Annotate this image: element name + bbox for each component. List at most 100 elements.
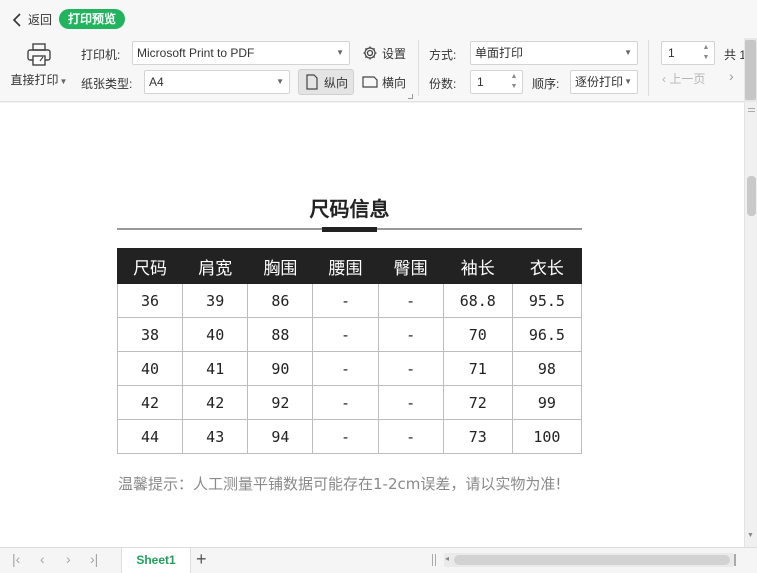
dropdown-caret-icon[interactable]: ▼ <box>60 77 68 86</box>
table-cell: 71 <box>442 351 513 386</box>
gear-icon <box>363 46 377 60</box>
table-header-cell: 腰围 <box>312 248 379 284</box>
printer-icon <box>27 43 51 66</box>
scroll-down-icon[interactable]: ▼ <box>747 532 754 539</box>
next-sheet-icon[interactable]: › <box>66 551 71 567</box>
previous-page-button[interactable]: ‹ 上一页 <box>662 70 705 87</box>
table-cell: 40 <box>182 317 249 352</box>
table-row: 40 41 90 - - 71 98 <box>116 351 583 386</box>
back-label: 返回 <box>28 13 53 27</box>
last-sheet-icon[interactable]: ›| <box>90 551 98 567</box>
vertical-scrollbar[interactable]: ▼ <box>744 102 757 547</box>
split-handle[interactable] <box>432 554 436 566</box>
prev-sheet-icon[interactable]: ‹ <box>40 551 45 567</box>
printer-label: 打印机: <box>81 48 121 62</box>
table-header-cell: 尺码 <box>116 248 184 284</box>
portrait-button[interactable]: 纵向 <box>298 69 355 95</box>
printer-select[interactable]: Microsoft Print to PDF ▼ <box>132 41 350 65</box>
method-label: 方式: <box>429 48 457 62</box>
scrollbar-thumb[interactable] <box>454 555 730 565</box>
table-cell: 90 <box>247 351 314 386</box>
table-row: 38 40 88 - - 70 96.5 <box>116 317 583 352</box>
table-cell: - <box>312 317 379 352</box>
table-cell: - <box>377 385 444 420</box>
size-chart-table: 尺码 肩宽 胸围 腰围 臀围 袖长 衣长 36 39 86 - - 68.8 9… <box>116 248 583 454</box>
page-number-value: 1 <box>668 46 675 60</box>
first-sheet-icon[interactable]: |‹ <box>12 551 20 567</box>
landscape-label: 横向 <box>382 75 407 90</box>
add-sheet-icon[interactable]: + <box>196 549 207 570</box>
chevron-down-icon: ▼ <box>336 48 344 57</box>
stepper-arrows-icon[interactable]: ▲ ▼ <box>701 43 711 63</box>
measurement-tip: 温馨提示：人工测量平铺数据可能存在1-2cm误差，请以实物为准! <box>118 475 562 493</box>
table-cell: 98 <box>511 351 583 386</box>
back-button[interactable]: 返回 <box>12 11 52 28</box>
chevron-left-icon <box>12 12 21 27</box>
portrait-label: 纵向 <box>324 75 349 90</box>
page-number-stepper[interactable]: 1 ▲ ▼ <box>661 41 715 65</box>
table-cell: 72 <box>442 385 513 420</box>
table-header-cell: 衣长 <box>511 248 583 284</box>
table-cell: 94 <box>247 419 314 454</box>
resize-handle[interactable] <box>734 554 736 566</box>
table-cell: 44 <box>116 419 184 454</box>
table-row: 44 43 94 - - 73 100 <box>116 419 583 454</box>
settings-button[interactable]: 设置 <box>357 40 411 66</box>
copies-stepper[interactable]: 1 ▲ ▼ <box>470 70 523 94</box>
chevron-down-icon: ▼ <box>624 77 632 86</box>
table-cell: - <box>377 317 444 352</box>
table-cell: 42 <box>116 385 184 420</box>
table-header-cell: 臀围 <box>377 248 444 284</box>
print-preview-toolbar: 返回 打印预览 直接打印▼ 打印机: Microsoft Print to PD… <box>0 0 757 102</box>
print-order-select[interactable]: 逐份打印 ▼ <box>570 70 638 94</box>
group-expand-icon[interactable] <box>408 94 413 99</box>
sheet-tab-sheet1[interactable]: Sheet1 <box>121 548 191 573</box>
table-cell: - <box>312 283 379 318</box>
horizontal-scrollbar[interactable]: ◂ <box>444 553 734 567</box>
total-pages-label: 共 1 <box>724 48 747 62</box>
landscape-button[interactable]: 横向 <box>357 69 411 95</box>
order-label: 顺序: <box>532 77 560 91</box>
table-cell: 43 <box>182 419 249 454</box>
chevron-left-icon: ‹ <box>662 72 666 86</box>
table-cell: 41 <box>182 351 249 386</box>
previous-page-label: 上一页 <box>669 72 706 86</box>
table-cell: 73 <box>442 419 513 454</box>
paper-type-value: A4 <box>149 75 164 89</box>
table-cell: 92 <box>247 385 314 420</box>
scrollbar-thumb[interactable] <box>745 40 756 100</box>
table-cell: - <box>312 419 379 454</box>
table-cell: 70 <box>442 317 513 352</box>
direct-print-button[interactable]: 直接打印▼ <box>8 40 70 92</box>
print-preview-page: 尺码信息 尺码 肩宽 胸围 腰围 臀围 袖长 衣长 36 39 86 - - 6… <box>0 103 744 547</box>
table-cell: - <box>377 419 444 454</box>
printer-value: Microsoft Print to PDF <box>137 46 255 60</box>
next-page-button[interactable]: › <box>729 68 734 84</box>
title-accent-bar <box>322 227 377 232</box>
table-cell: 36 <box>116 283 184 318</box>
toolbar-scrollbar[interactable] <box>744 38 757 102</box>
table-row: 42 42 92 - - 72 99 <box>116 385 583 420</box>
stepper-arrows-icon[interactable]: ▲ ▼ <box>509 72 519 92</box>
table-cell: - <box>312 351 379 386</box>
chevron-down-icon: ▼ <box>276 77 284 86</box>
table-cell: 38 <box>116 317 184 352</box>
table-header-cell: 袖长 <box>442 248 513 284</box>
scroll-left-icon[interactable]: ◂ <box>445 554 449 563</box>
document-title: 尺码信息 <box>309 197 390 221</box>
table-cell: 95.5 <box>511 283 583 318</box>
paper-type-select[interactable]: A4 ▼ <box>144 70 290 94</box>
table-row: 36 39 86 - - 68.8 95.5 <box>116 283 583 318</box>
table-cell: - <box>377 351 444 386</box>
print-method-select[interactable]: 单面打印 ▼ <box>470 41 638 65</box>
copies-label: 份数: <box>429 77 457 91</box>
table-cell: - <box>377 283 444 318</box>
scrollbar-thumb[interactable] <box>747 176 756 216</box>
table-cell: 68.8 <box>442 283 513 318</box>
landscape-page-icon <box>362 76 378 88</box>
settings-label: 设置 <box>382 46 407 61</box>
copies-value: 1 <box>477 75 484 89</box>
table-cell: 88 <box>247 317 314 352</box>
sheet-tab-bar: |‹ ‹ › ›| Sheet1 + ◂ <box>0 547 757 573</box>
table-header-cell: 胸围 <box>247 248 314 284</box>
